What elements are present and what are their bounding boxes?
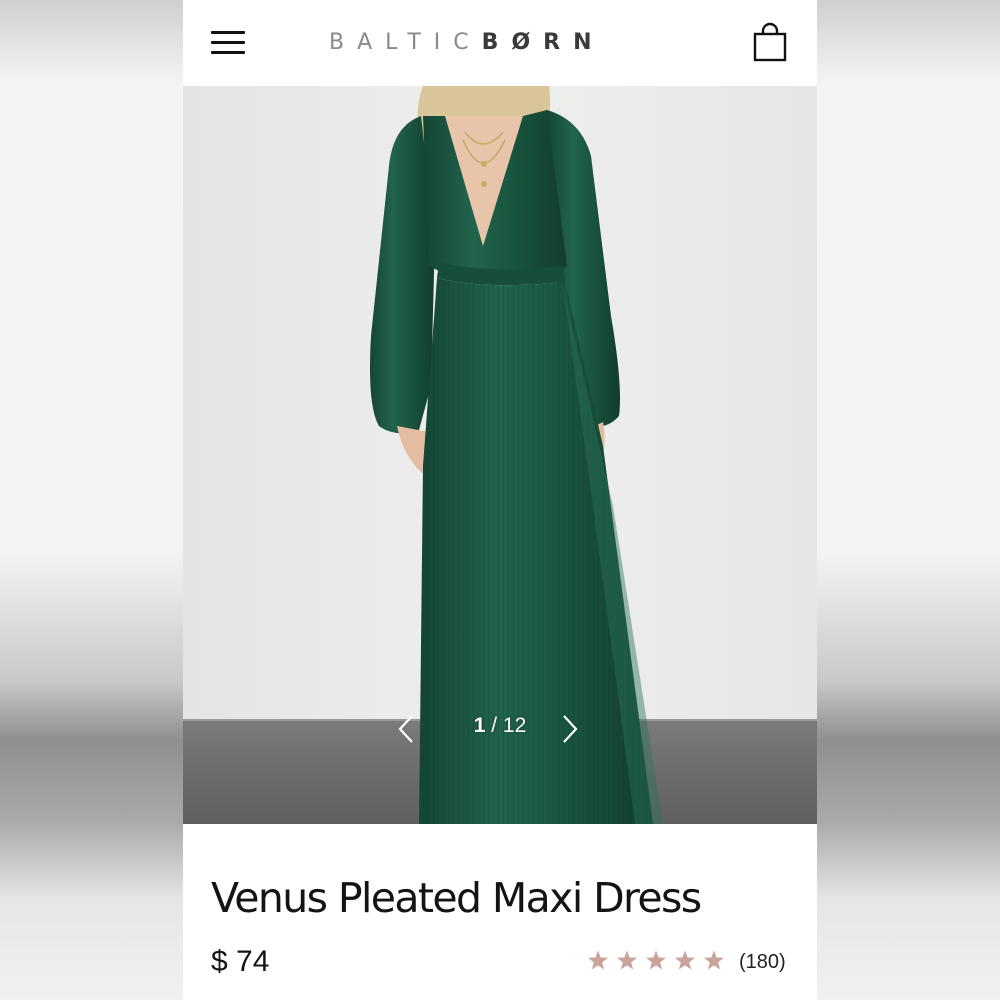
star-icon bbox=[617, 950, 637, 970]
image-counter-separator: / bbox=[485, 714, 503, 737]
shopping-bag-icon[interactable] bbox=[752, 22, 788, 62]
star-icon bbox=[675, 950, 695, 970]
site-header: BALTICBØRN bbox=[183, 0, 817, 86]
product-page: BALTICBØRN 1 / 12 Venus Pleated Maxi Dre… bbox=[183, 0, 817, 1000]
image-counter-current: 1 bbox=[473, 714, 486, 737]
review-count[interactable]: (180) bbox=[739, 948, 786, 976]
star-icon bbox=[704, 950, 723, 970]
chevron-right-icon[interactable] bbox=[558, 712, 580, 746]
brand-logo-dark: BØRN bbox=[481, 30, 605, 55]
brand-logo-light: BALTIC bbox=[329, 30, 482, 55]
product-rating[interactable]: (180) bbox=[587, 946, 797, 978]
product-price: $ 74 bbox=[211, 945, 270, 978]
star-rating-icons bbox=[588, 950, 723, 970]
product-title: Venus Pleated Maxi Dress bbox=[211, 874, 702, 922]
hamburger-menu-icon[interactable] bbox=[211, 30, 245, 56]
star-icon bbox=[588, 950, 608, 970]
chevron-left-icon[interactable] bbox=[396, 712, 418, 746]
brand-logo[interactable]: BALTICBØRN bbox=[329, 28, 673, 58]
star-icon bbox=[646, 950, 666, 970]
image-counter: 1 / 12 bbox=[453, 712, 547, 740]
image-counter-total: 12 bbox=[502, 714, 527, 737]
